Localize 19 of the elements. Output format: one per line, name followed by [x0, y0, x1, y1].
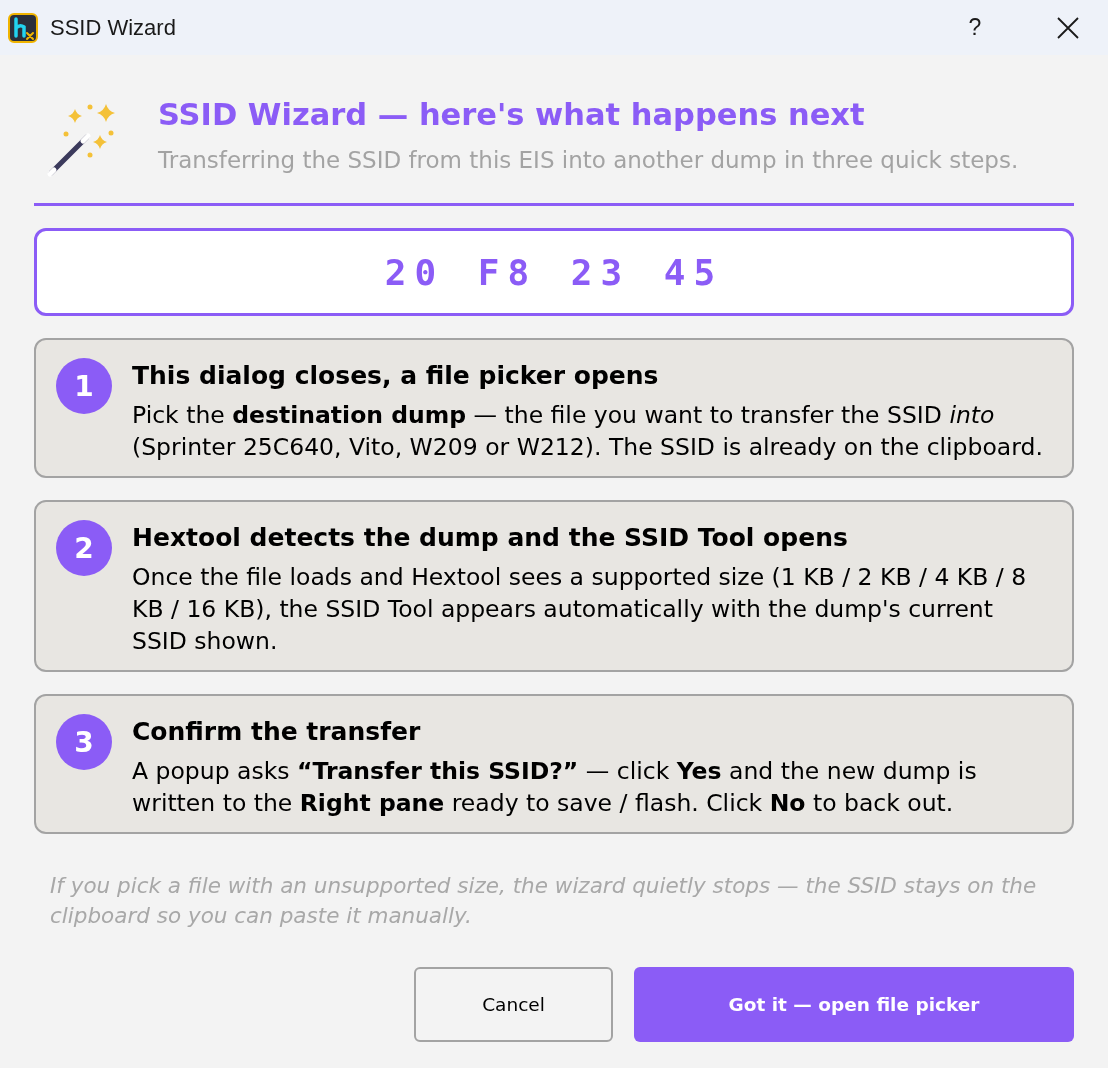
step-description: Once the file loads and Hextool sees a supported size (1 KB / 2 KB / 4 KB / 8 KB / 16 KB), the SSID Tool appears automatically with the dump's current SSID shown. — [132, 562, 1028, 657]
step-title: Confirm the transfer — [132, 716, 422, 748]
step-title: Hextool detects the dump and the SSID Tool opens — [132, 522, 849, 554]
wizard-subtitle: Transferring the SSID from this EIS into another dump in three quick steps. — [158, 146, 1019, 175]
ssid-display: 20 F8 23 45 — [34, 228, 1074, 316]
step-number: 2 — [56, 520, 112, 576]
confirm-button[interactable]: Got it — open file picker — [634, 967, 1074, 1042]
close-icon — [1057, 16, 1079, 39]
footnote-text: If you pick a file with an unsupported size, the wizard quietly stops — the SSID stays on the clipboard so you can paste it manually. — [49, 872, 1038, 930]
step-number: 1 — [56, 358, 112, 414]
help-button[interactable]: ? — [940, 0, 1010, 55]
step-number: 3 — [56, 714, 112, 770]
step-description: Pick the destination dump — the file you want to transfer the SSID into (Sprinter 25C640, Vito, W209 or W212). The SSID is already on the clipboard. — [132, 400, 1044, 463]
step-title: This dialog closes, a file picker opens — [132, 360, 660, 392]
wizard-heading: SSID Wizard — here's what happens next — [158, 96, 866, 134]
window-title: SSID Wizard — [50, 14, 177, 41]
cancel-button[interactable]: Cancel — [414, 967, 613, 1042]
app-logo-icon — [8, 12, 38, 43]
step-description: A popup asks “Transfer this SSID?” — click Yes and the new dump is written to the Right pane ready to save / flash. Click No to back out. — [132, 756, 978, 819]
